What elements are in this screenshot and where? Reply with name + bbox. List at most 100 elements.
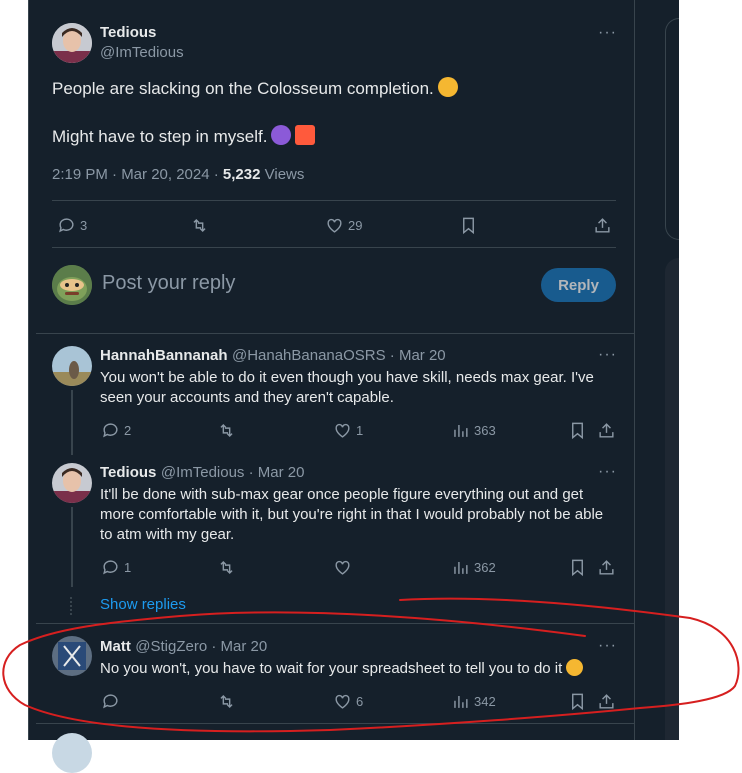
rolling-laughing-emoji-icon bbox=[566, 659, 584, 676]
thread-line bbox=[71, 507, 73, 587]
post-text: People are slacking on the Colosseum com… bbox=[52, 77, 458, 101]
author-name[interactable]: HannahBannanah bbox=[100, 347, 228, 364]
share-icon bbox=[595, 218, 610, 233]
views-action[interactable]: 362 bbox=[451, 558, 496, 577]
reply-header: Matt @StigZero · Mar 20 bbox=[100, 638, 267, 656]
post-text-line-1: People are slacking on the Colosseum com… bbox=[52, 79, 434, 98]
comment-icon bbox=[103, 560, 118, 575]
repost-action[interactable] bbox=[217, 692, 236, 711]
repost-icon bbox=[220, 560, 233, 575]
more-icon[interactable]: ··· bbox=[598, 346, 617, 364]
like-action[interactable] bbox=[333, 558, 356, 577]
repost-icon bbox=[220, 694, 233, 709]
reply-text: It'll be done with sub-max gear once peo… bbox=[100, 486, 604, 543]
repost-action[interactable] bbox=[190, 216, 209, 235]
post-timestamp[interactable]: 2:19 PM · Mar 20, 2024 · bbox=[52, 166, 223, 183]
reply-button[interactable]: Reply bbox=[541, 268, 616, 302]
like-action[interactable]: 6 bbox=[333, 692, 363, 711]
reply-text: You won't be able to do it even though y… bbox=[100, 369, 594, 406]
bookmark-icon bbox=[572, 422, 583, 440]
bookmark-action[interactable] bbox=[568, 421, 587, 440]
heart-icon bbox=[327, 218, 342, 233]
next-avatar[interactable] bbox=[52, 733, 92, 773]
reply-count: 2 bbox=[124, 423, 132, 438]
reply-input[interactable]: Post your reply bbox=[102, 272, 235, 295]
avatar[interactable] bbox=[52, 463, 92, 503]
bookmark-icon bbox=[463, 217, 474, 235]
view-count: 362 bbox=[474, 560, 496, 575]
share-action[interactable] bbox=[597, 421, 616, 440]
avatar[interactable] bbox=[52, 636, 92, 676]
author-handle[interactable]: @HanahBananaOSRS · Mar 20 bbox=[232, 347, 446, 364]
reply-action[interactable]: 1 bbox=[101, 558, 131, 577]
bookmark-icon bbox=[572, 559, 583, 577]
avatar[interactable] bbox=[52, 346, 92, 386]
composer-avatar[interactable] bbox=[52, 265, 92, 305]
post-text-2: Might have to step in myself. bbox=[52, 125, 316, 149]
views-action[interactable]: 342 bbox=[451, 692, 496, 711]
more-icon[interactable]: ··· bbox=[598, 24, 617, 42]
author-handle[interactable]: @ImTedious · Mar 20 bbox=[161, 464, 305, 481]
reply-action[interactable]: 3 bbox=[57, 216, 87, 235]
author-name[interactable]: Tedious bbox=[100, 464, 156, 481]
comment-icon bbox=[103, 423, 118, 438]
thread-dots bbox=[70, 597, 75, 615]
heart-icon bbox=[335, 694, 350, 709]
analytics-icon bbox=[454, 424, 468, 437]
show-replies-link[interactable]: Show replies bbox=[100, 596, 186, 613]
right-panel-card bbox=[665, 18, 679, 240]
view-count: 342 bbox=[474, 694, 496, 709]
views-action[interactable]: 363 bbox=[451, 421, 496, 440]
heart-icon bbox=[335, 560, 350, 575]
author-handle[interactable]: @ImTedious bbox=[100, 44, 184, 61]
share-icon bbox=[599, 560, 614, 575]
bookmark-action[interactable] bbox=[459, 216, 478, 235]
analytics-icon bbox=[454, 561, 468, 574]
post-text-line-2: Might have to step in myself. bbox=[52, 127, 268, 146]
divider bbox=[36, 623, 634, 624]
post-meta: 2:19 PM · Mar 20, 2024 · 5,232 Views bbox=[52, 166, 304, 183]
repost-icon bbox=[220, 423, 233, 438]
repost-action[interactable] bbox=[217, 558, 236, 577]
view-count: 5,232 bbox=[222, 166, 261, 183]
like-action[interactable]: 29 bbox=[325, 216, 362, 235]
divider bbox=[36, 333, 634, 334]
smiling-devil-emoji-icon bbox=[271, 125, 292, 145]
right-panel-card-lower bbox=[665, 258, 679, 740]
like-count: 29 bbox=[348, 218, 363, 233]
divider bbox=[36, 723, 634, 724]
analytics-icon bbox=[454, 695, 468, 708]
more-icon[interactable]: ··· bbox=[598, 463, 617, 481]
thread-line bbox=[71, 390, 73, 455]
repost-action[interactable] bbox=[217, 421, 236, 440]
comment-icon bbox=[103, 694, 118, 709]
bookmark-icon bbox=[572, 693, 583, 711]
author-name[interactable]: Tedious bbox=[100, 24, 156, 41]
reply-count: 3 bbox=[80, 218, 88, 233]
divider bbox=[52, 200, 616, 201]
bookmark-action[interactable] bbox=[568, 692, 587, 711]
heart-icon bbox=[335, 423, 350, 438]
share-action[interactable] bbox=[597, 558, 616, 577]
like-count: 1 bbox=[356, 423, 364, 438]
reply-count: 1 bbox=[124, 560, 132, 575]
bookmark-action[interactable] bbox=[568, 558, 587, 577]
author-name[interactable]: Matt bbox=[100, 638, 131, 655]
share-icon bbox=[599, 423, 614, 438]
reply-text-content: No you won't, you have to wait for your … bbox=[100, 660, 563, 677]
reply-action[interactable]: 2 bbox=[101, 421, 131, 440]
author-handle[interactable]: @StigZero · Mar 20 bbox=[135, 638, 267, 655]
view-count: 363 bbox=[474, 423, 496, 438]
reply-action[interactable] bbox=[101, 692, 124, 711]
share-icon bbox=[599, 694, 614, 709]
reply-text: No you won't, you have to wait for your … bbox=[100, 659, 610, 679]
comment-icon bbox=[59, 218, 74, 233]
like-action[interactable]: 1 bbox=[333, 421, 363, 440]
avatar[interactable] bbox=[52, 23, 92, 63]
right-margin bbox=[679, 0, 742, 740]
share-action[interactable] bbox=[597, 692, 616, 711]
share-action[interactable] bbox=[593, 216, 612, 235]
left-margin bbox=[0, 0, 28, 740]
more-icon[interactable]: ··· bbox=[598, 637, 617, 655]
like-count: 6 bbox=[356, 694, 364, 709]
